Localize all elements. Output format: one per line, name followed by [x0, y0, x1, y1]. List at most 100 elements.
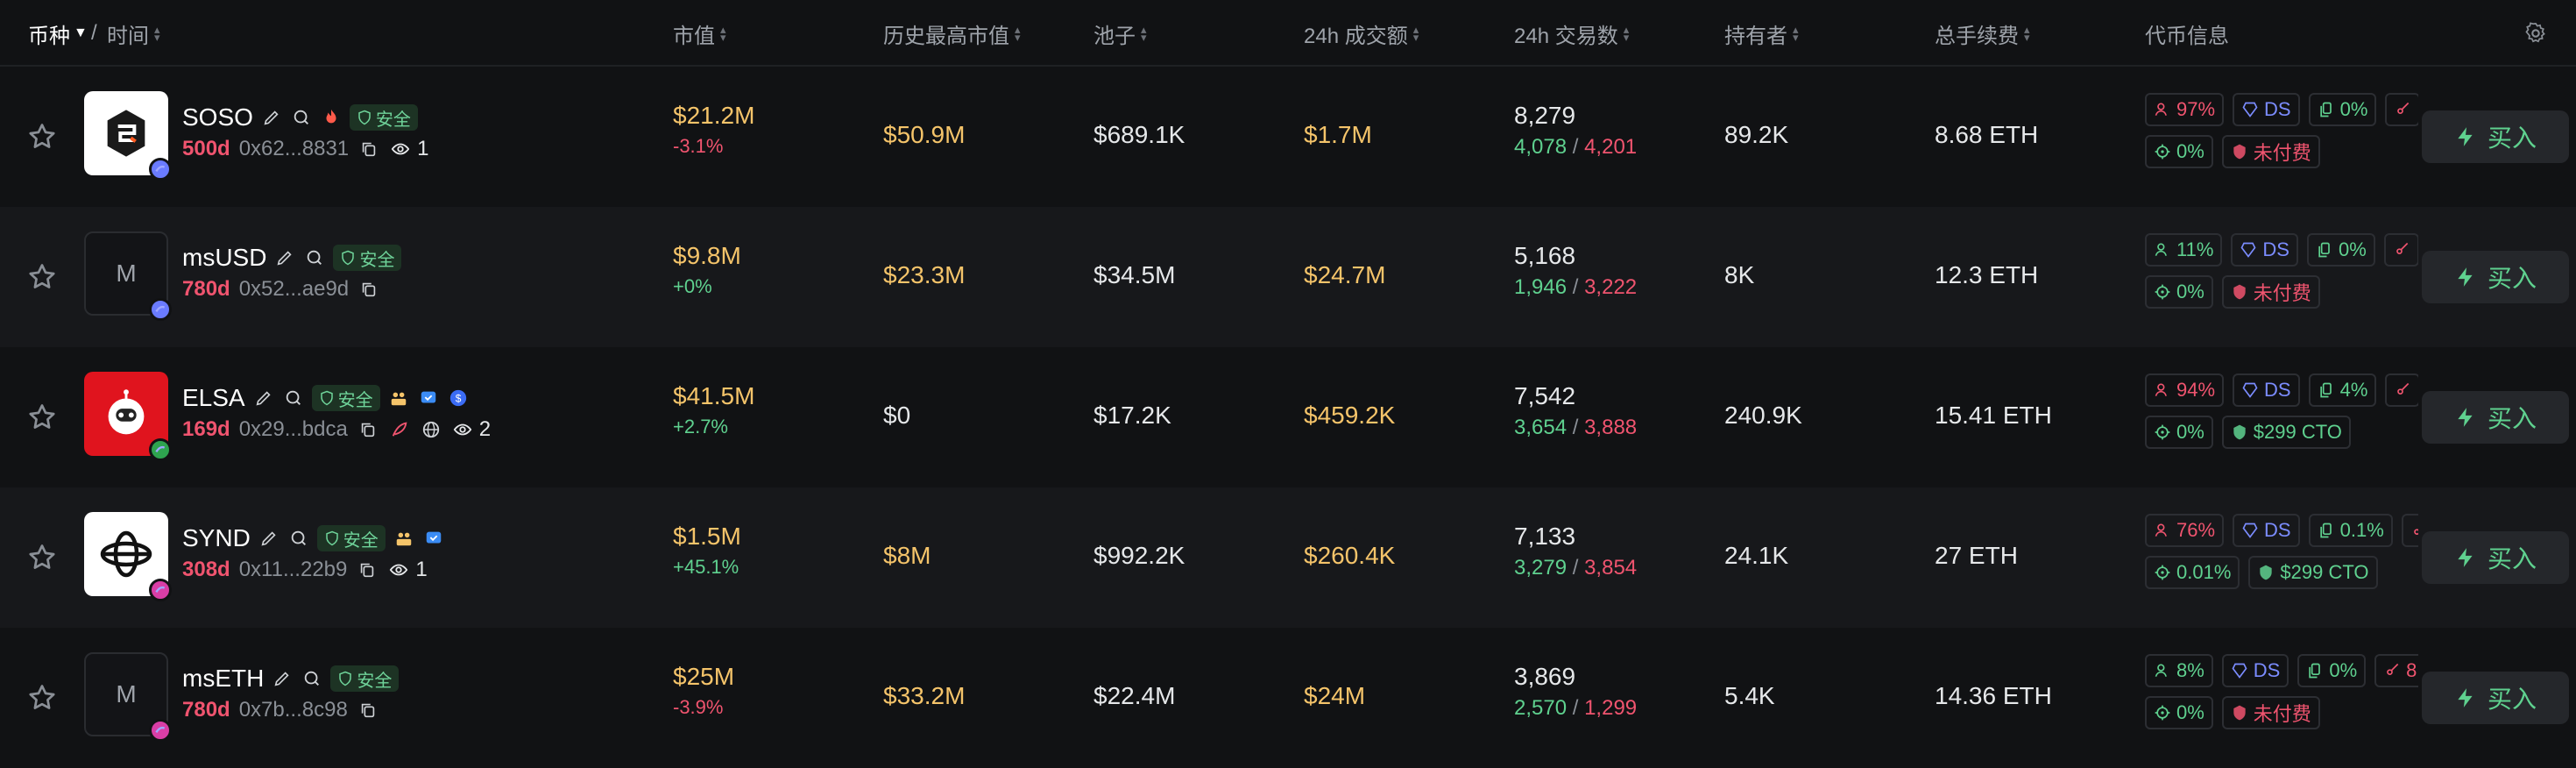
- search-icon[interactable]: [303, 246, 326, 269]
- sort-ath[interactable]: 历史最高市值 ▴ ▾: [883, 0, 1023, 67]
- edit-pencil-icon[interactable]: [260, 106, 283, 129]
- sort-token[interactable]: 币种 ▼: [28, 0, 88, 67]
- user-tag[interactable]: 94%: [2145, 373, 2225, 407]
- table-row[interactable]: M msUSD 安全 780d 0x52...ae9d $9.8M +0% $2…: [0, 207, 2576, 347]
- safe-badge[interactable]: 安全: [333, 245, 402, 271]
- contract-address[interactable]: 0x29...bdca: [239, 417, 348, 442]
- favorite-star-icon[interactable]: [26, 261, 58, 293]
- copy-tag[interactable]: 0.1%: [2308, 514, 2393, 547]
- table-row[interactable]: SYND 安全 308d 0x11...22b9 1 $1.5M +45.1% …: [0, 487, 2576, 628]
- edit-pencil-icon[interactable]: [252, 387, 275, 409]
- sort-volume[interactable]: 24h 成交额 ▴ ▾: [1304, 0, 1422, 67]
- contract-address[interactable]: 0x62...8831: [239, 137, 349, 161]
- sort-holders[interactable]: 持有者 ▴ ▾: [1724, 0, 1801, 67]
- favorite-star-icon[interactable]: [26, 121, 58, 153]
- copy-icon[interactable]: [357, 699, 379, 722]
- contract-address[interactable]: 0x11...22b9: [239, 558, 348, 582]
- sort-fees[interactable]: 总手续费 ▴ ▾: [1935, 0, 2033, 67]
- sniper-tag[interactable]: [2385, 93, 2418, 126]
- buy-button[interactable]: 买入: [2422, 531, 2569, 584]
- sort-pool[interactable]: 池子 ▴ ▾: [1093, 0, 1150, 67]
- ds-tag[interactable]: DS: [2233, 373, 2300, 407]
- target-tag[interactable]: 0.01%: [2145, 556, 2240, 589]
- copy-tag[interactable]: 4%: [2308, 373, 2377, 407]
- token-name[interactable]: SYND: [182, 524, 251, 552]
- token-name[interactable]: SOSO: [182, 103, 253, 132]
- table-row[interactable]: ELSA 安全 $ 169d 0x29...bdca 2 $41.5M +2.7%…: [0, 347, 2576, 487]
- edit-pencil-icon[interactable]: [271, 667, 294, 690]
- user-tag[interactable]: 11%: [2145, 233, 2223, 267]
- copy-icon[interactable]: [357, 138, 380, 160]
- volume-value: $24.7M: [1304, 261, 1386, 288]
- ds-icon: [2241, 381, 2259, 399]
- chat-icon[interactable]: [422, 527, 445, 550]
- safe-badge[interactable]: 安全: [349, 104, 418, 131]
- user-tag[interactable]: 8%: [2145, 654, 2213, 687]
- target-tag[interactable]: 0%: [2145, 135, 2213, 168]
- copy-tag[interactable]: 0%: [2297, 654, 2367, 687]
- target-tag[interactable]: 0%: [2145, 696, 2213, 729]
- search-icon[interactable]: [282, 387, 305, 409]
- ds-tag[interactable]: DS: [2221, 654, 2289, 687]
- buy-button[interactable]: 买入: [2422, 110, 2569, 163]
- user-tag[interactable]: 97%: [2145, 93, 2225, 126]
- paid-tag[interactable]: 未付费: [2221, 275, 2320, 309]
- safe-badge[interactable]: 安全: [311, 385, 380, 411]
- favorite-star-icon[interactable]: [26, 542, 58, 573]
- sniper-tag[interactable]: [2383, 233, 2418, 267]
- sort-txns[interactable]: 24h 交易数 ▴ ▾: [1514, 0, 1632, 67]
- favorite-star-icon[interactable]: [26, 402, 58, 433]
- safe-badge[interactable]: 安全: [316, 525, 386, 551]
- buy-count: 1,946: [1514, 275, 1568, 299]
- edit-pencil-icon[interactable]: [258, 527, 280, 550]
- copy-icon[interactable]: [356, 558, 379, 581]
- dollar-icon[interactable]: $: [447, 387, 470, 409]
- search-icon[interactable]: [301, 667, 323, 690]
- team-icon[interactable]: [387, 387, 410, 409]
- table-row[interactable]: SOSO 安全 500d 0x62...8831 1 $21.2M -3.1% …: [0, 67, 2576, 207]
- target-tag[interactable]: 0%: [2145, 275, 2213, 309]
- sniper-tag[interactable]: [2401, 514, 2418, 547]
- favorite-star-icon[interactable]: [26, 682, 58, 714]
- watchers-count[interactable]: 1: [387, 558, 428, 582]
- copy-tag[interactable]: 0%: [2306, 233, 2375, 267]
- watchers-count[interactable]: 1: [389, 137, 429, 161]
- safe-badge[interactable]: 安全: [330, 665, 400, 692]
- copy-tag[interactable]: 0%: [2308, 93, 2377, 126]
- chat-icon[interactable]: [417, 387, 440, 409]
- paid-tag[interactable]: 未付费: [2221, 696, 2320, 729]
- paid-tag[interactable]: $299 CTO: [2221, 416, 2351, 449]
- table-row[interactable]: M msETH 安全 780d 0x7b...8c98 $25M -3.9% $…: [0, 628, 2576, 768]
- ds-tag[interactable]: DS: [2231, 233, 2298, 267]
- target-tag[interactable]: 0%: [2145, 416, 2213, 449]
- ds-tag[interactable]: DS: [2233, 93, 2300, 126]
- copy-icon[interactable]: [357, 418, 379, 441]
- sniper-tag[interactable]: [2385, 373, 2418, 407]
- contract-address[interactable]: 0x52...ae9d: [239, 277, 349, 302]
- edit-pencil-icon[interactable]: [273, 246, 296, 269]
- sort-market-cap[interactable]: 市值 ▴ ▾: [673, 0, 729, 67]
- user-tag[interactable]: 76%: [2145, 514, 2225, 547]
- buy-count: 3,279: [1514, 556, 1568, 580]
- paid-tag[interactable]: $299 CTO: [2248, 556, 2378, 589]
- copy-icon[interactable]: [357, 278, 380, 301]
- copy-icon: [2318, 381, 2335, 399]
- search-icon[interactable]: [290, 106, 313, 129]
- contract-address[interactable]: 0x7b...8c98: [239, 698, 348, 722]
- feather-icon[interactable]: [388, 418, 411, 441]
- settings-gear-icon[interactable]: [2523, 21, 2548, 46]
- buy-button[interactable]: 买入: [2422, 251, 2569, 303]
- sort-time[interactable]: 时间 ▴ ▾: [107, 0, 163, 67]
- globe-icon[interactable]: [420, 418, 442, 441]
- token-name[interactable]: msETH: [182, 665, 264, 693]
- token-name[interactable]: msUSD: [182, 244, 266, 272]
- watchers-count[interactable]: 2: [451, 417, 491, 442]
- ds-tag[interactable]: DS: [2233, 514, 2300, 547]
- buy-button[interactable]: 买入: [2422, 672, 2569, 724]
- token-name[interactable]: ELSA: [182, 384, 245, 412]
- buy-button[interactable]: 买入: [2422, 391, 2569, 444]
- sniper-tag[interactable]: 8: [2374, 654, 2418, 687]
- search-icon[interactable]: [287, 527, 310, 550]
- team-icon[interactable]: [393, 527, 415, 550]
- paid-tag[interactable]: 未付费: [2221, 135, 2320, 168]
